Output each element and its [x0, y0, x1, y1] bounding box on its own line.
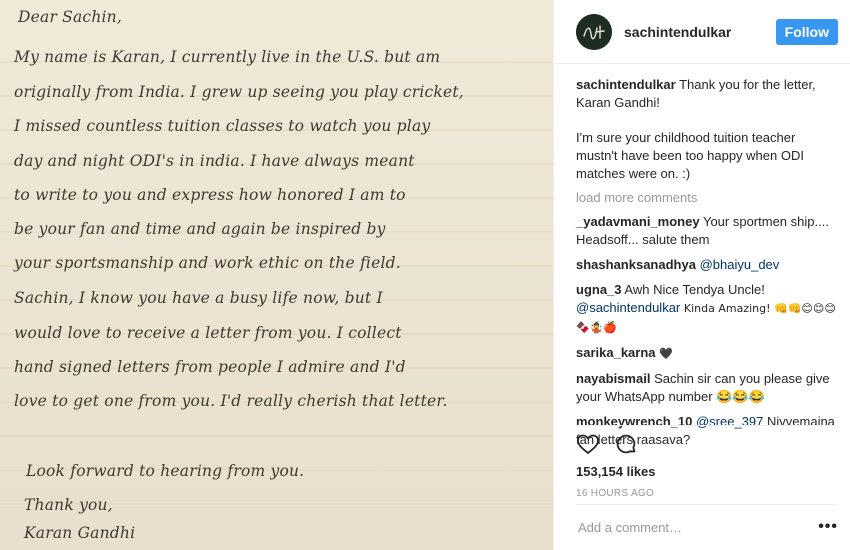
letter-line: to write to you and express how honored …: [14, 186, 406, 204]
caption-line-1: sachintendulkar Thank you for the letter…: [576, 76, 838, 112]
post-header: sachintendulkar Follow: [554, 0, 850, 64]
heart-icon[interactable]: [576, 432, 600, 456]
caption-text-2: I'm sure your childhood tuition teacher …: [576, 130, 804, 181]
comment-text: 🖤: [659, 347, 673, 360]
header-username[interactable]: sachintendulkar: [624, 24, 776, 40]
comment-mention[interactable]: @bhaiyu_dev: [700, 257, 780, 272]
more-options-icon[interactable]: •••: [818, 518, 838, 536]
caption-username[interactable]: sachintendulkar: [576, 77, 676, 92]
comment: nayabismail Sachin sir can you please gi…: [576, 370, 838, 406]
comment-username[interactable]: shashanksanadhya: [576, 257, 696, 272]
avatar[interactable]: [576, 13, 612, 50]
comment-text: Awh Nice Tendya Uncle!: [624, 282, 765, 297]
add-comment-bar: •••: [576, 504, 838, 549]
letter-photo: Dear Sachin, My name is Karan, I current…: [0, 0, 553, 550]
letter-line: love to get one from you. I'd really che…: [14, 392, 448, 410]
comment-mention[interactable]: @sachintendulkar: [576, 300, 680, 315]
load-more-comments-link[interactable]: load more comments: [576, 189, 838, 207]
comment-bubble-icon[interactable]: [614, 432, 638, 456]
letter-line: Look forward to hearing from you.: [26, 462, 305, 480]
letter-line: your sportsmanship and work ethic on the…: [14, 254, 401, 272]
signature-logo-icon: [576, 13, 612, 50]
post-actions: 153,154 likes 16 HOURS AGO: [576, 425, 838, 499]
comments-section: sachintendulkar Thank you for the letter…: [576, 76, 838, 456]
add-comment-input[interactable]: [576, 518, 819, 536]
comment: ugna_3 Awh Nice Tendya Uncle! @sachinten…: [576, 281, 838, 337]
comment-username[interactable]: nayabismail: [576, 371, 650, 386]
letter-line: Karan Gandhi: [24, 524, 136, 542]
letter-line: hand signed letters from people I admire…: [14, 358, 406, 376]
comment: _yadavmani_money Your sportmen ship.... …: [576, 213, 838, 249]
letter-line: day and night ODI's in india. I have alw…: [14, 152, 415, 170]
letter-line: Thank you,: [24, 496, 113, 514]
letter-line: would love to receive a letter from you.…: [14, 324, 402, 342]
letter-line: Sachin, I know you have a busy life now,…: [14, 289, 383, 307]
letter-line: originally from India. I grew up seeing …: [14, 83, 464, 101]
letter-line: I missed countless tuition classes to wa…: [14, 117, 431, 135]
comment-username[interactable]: sarika_karna: [576, 345, 656, 360]
instagram-post: Dear Sachin, My name is Karan, I current…: [0, 0, 850, 550]
action-icons: [576, 430, 838, 458]
follow-button[interactable]: Follow: [775, 18, 838, 45]
caption: sachintendulkar Thank you for the letter…: [576, 76, 838, 183]
comment: sarika_karna 🖤: [576, 344, 838, 363]
letter-line: be your fan and time and again be inspir…: [14, 220, 386, 238]
likes-count[interactable]: 153,154 likes: [576, 464, 838, 479]
comment-username[interactable]: ugna_3: [576, 282, 622, 297]
letter-line: Dear Sachin,: [18, 8, 122, 26]
comment-username[interactable]: _yadavmani_money: [576, 214, 700, 229]
post-sidebar: sachintendulkar Follow sachintendulkar T…: [553, 0, 850, 550]
post-timestamp[interactable]: 16 HOURS AGO: [576, 488, 838, 499]
comment: shashanksanadhya @bhaiyu_dev: [576, 256, 838, 274]
letter-line: My name is Karan, I currently live in th…: [14, 48, 441, 66]
